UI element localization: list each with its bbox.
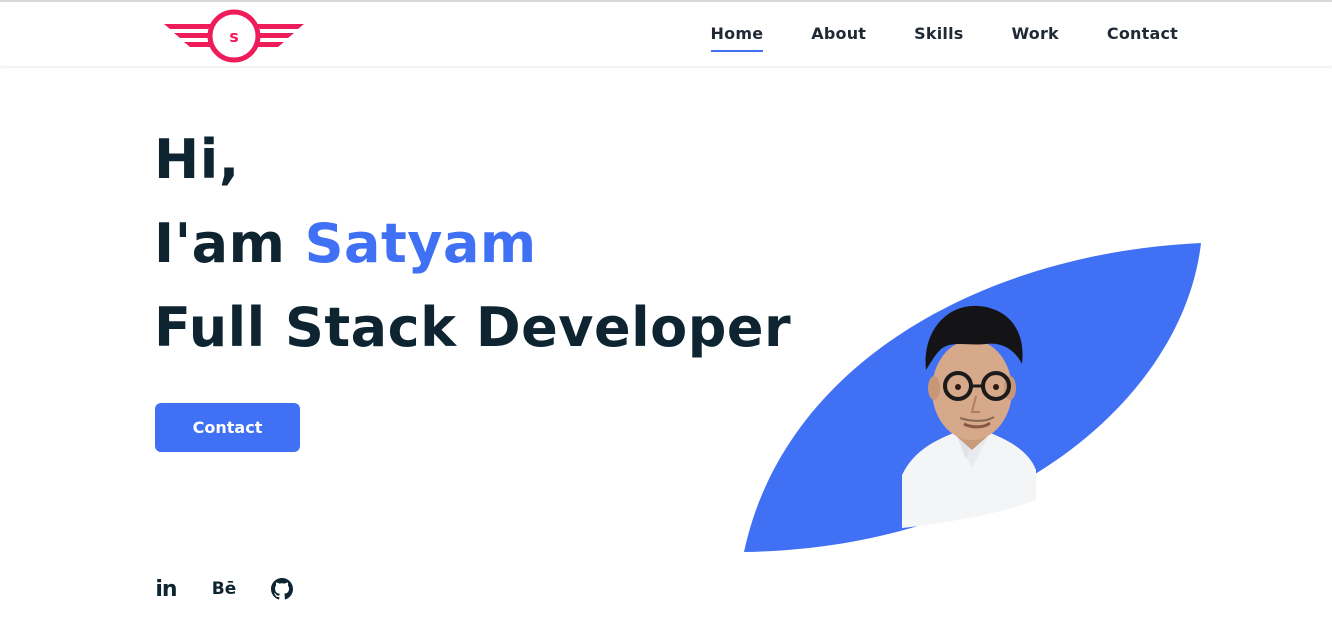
site-header: s Home About Skills Work Contact [0, 2, 1332, 67]
contact-button[interactable]: Contact [155, 403, 300, 452]
hero-name: Satyam [304, 212, 537, 275]
svg-text:s: s [229, 27, 239, 46]
hero-intro-line: I'am Satyam [154, 202, 791, 286]
social-links: in Bē [154, 574, 294, 604]
winged-logo-icon: s [164, 9, 304, 63]
github-icon[interactable] [270, 574, 294, 604]
page: s Home About Skills Work Contact Hi, I'a… [0, 0, 1332, 640]
github-octocat-glyph [271, 578, 293, 600]
main-nav: Home About Skills Work Contact [710, 2, 1178, 66]
nav-about[interactable]: About [811, 18, 866, 51]
winged-logo[interactable]: s [160, 4, 308, 66]
nav-contact[interactable]: Contact [1107, 18, 1178, 51]
linkedin-icon[interactable]: in [154, 574, 178, 604]
hero-intro-prefix: I'am [154, 212, 305, 275]
hero-greeting: Hi, [154, 128, 240, 191]
nav-work[interactable]: Work [1011, 18, 1058, 51]
hero-heading: Hi, I'am Satyam Full Stack Developer [154, 118, 791, 370]
nav-home[interactable]: Home [710, 18, 764, 52]
behance-icon[interactable]: Bē [212, 574, 237, 604]
hero-role: Full Stack Developer [154, 296, 792, 359]
profile-photo [902, 305, 1036, 528]
nav-skills[interactable]: Skills [914, 18, 963, 51]
